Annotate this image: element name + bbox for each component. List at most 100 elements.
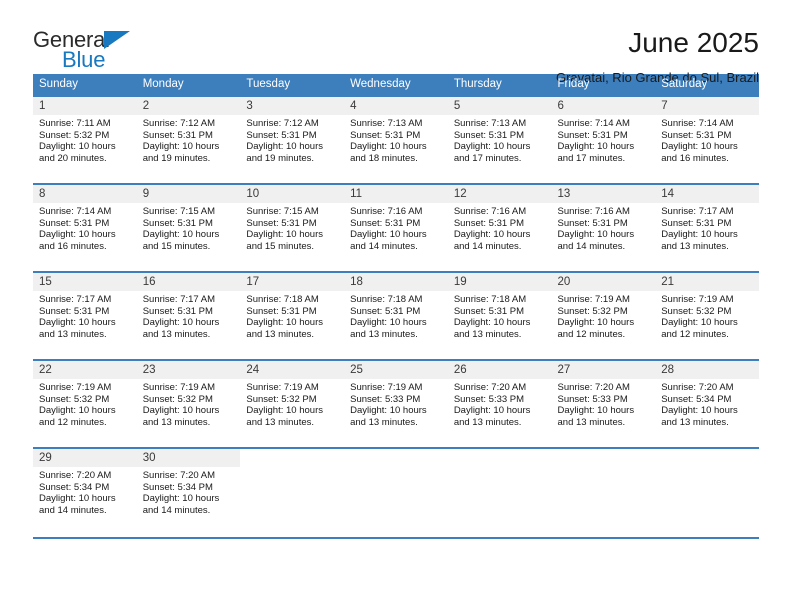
day-number: 23 xyxy=(136,361,241,379)
day-details: Sunrise: 7:17 AM Sunset: 5:31 PM Dayligh… xyxy=(33,291,137,340)
sunset-text: Sunset: 5:31 PM xyxy=(246,217,317,229)
daylight-line1: Daylight: 10 hours xyxy=(557,405,635,417)
day-cell[interactable]: 21 Sunrise: 7:19 AM Sunset: 5:32 PM Dayl… xyxy=(655,271,759,359)
day-cell[interactable]: 5 Sunrise: 7:13 AM Sunset: 5:31 PM Dayli… xyxy=(447,95,552,183)
day-cell[interactable]: 9 Sunrise: 7:15 AM Sunset: 5:31 PM Dayli… xyxy=(136,183,241,271)
sunset-text: Sunset: 5:31 PM xyxy=(142,305,213,317)
day-cell[interactable]: 25 Sunrise: 7:19 AM Sunset: 5:33 PM Dayl… xyxy=(344,359,448,447)
daylight-line1: Daylight: 10 hours xyxy=(350,229,427,241)
week-row: 22 Sunrise: 7:19 AM Sunset: 5:32 PM Dayl… xyxy=(33,359,759,447)
daylight-line1: Daylight: 10 hours xyxy=(39,405,116,417)
daylight-line2: and 12 minutes. xyxy=(557,328,626,340)
day-cell[interactable]: 23 Sunrise: 7:19 AM Sunset: 5:32 PM Dayl… xyxy=(136,359,241,447)
sunset-text: Sunset: 5:33 PM xyxy=(557,393,628,405)
daylight-line1: Daylight: 10 hours xyxy=(661,405,738,417)
daylight-line2: and 17 minutes. xyxy=(453,152,522,164)
daylight-line2: and 14 minutes. xyxy=(39,504,107,516)
daylight-line2: and 16 minutes. xyxy=(39,240,107,252)
daylight-line1: Daylight: 10 hours xyxy=(246,405,323,417)
daylight-line1: Daylight: 10 hours xyxy=(661,229,738,241)
day-cell[interactable]: 24 Sunrise: 7:19 AM Sunset: 5:32 PM Dayl… xyxy=(240,359,345,447)
day-cell[interactable]: 17 Sunrise: 7:18 AM Sunset: 5:31 PM Dayl… xyxy=(240,271,345,359)
day-cell[interactable]: 18 Sunrise: 7:18 AM Sunset: 5:31 PM Dayl… xyxy=(344,271,448,359)
day-details: Sunrise: 7:15 AM Sunset: 5:31 PM Dayligh… xyxy=(240,203,344,252)
sunset-text: Sunset: 5:31 PM xyxy=(350,129,421,141)
sunrise-text: Sunrise: 7:19 AM xyxy=(557,294,630,305)
day-cell[interactable]: 4 Sunrise: 7:13 AM Sunset: 5:31 PM Dayli… xyxy=(344,95,448,183)
sunset-text: Sunset: 5:31 PM xyxy=(39,217,110,229)
day-cell[interactable]: 27 Sunrise: 7:20 AM Sunset: 5:33 PM Dayl… xyxy=(551,359,656,447)
generalblue-logo[interactable]: General Blue xyxy=(33,26,145,74)
day-header-thursday: Thursday xyxy=(447,74,552,95)
sunset-text: Sunset: 5:33 PM xyxy=(350,393,421,405)
day-cell[interactable]: 7 Sunrise: 7:14 AM Sunset: 5:31 PM Dayli… xyxy=(655,95,759,183)
day-cell[interactable]: 16 Sunrise: 7:17 AM Sunset: 5:31 PM Dayl… xyxy=(136,271,241,359)
sunset-text: Sunset: 5:33 PM xyxy=(453,393,525,405)
day-cell[interactable]: 20 Sunrise: 7:19 AM Sunset: 5:32 PM Dayl… xyxy=(551,271,656,359)
day-cell[interactable]: 22 Sunrise: 7:19 AM Sunset: 5:32 PM Dayl… xyxy=(33,359,137,447)
day-cell[interactable]: 28 Sunrise: 7:20 AM Sunset: 5:34 PM Dayl… xyxy=(655,359,759,447)
daylight-line1: Daylight: 10 hours xyxy=(39,141,116,153)
day-cell[interactable]: 15 Sunrise: 7:17 AM Sunset: 5:31 PM Dayl… xyxy=(33,271,137,359)
sunrise-text: Sunrise: 7:20 AM xyxy=(39,470,112,481)
sunset-text: Sunset: 5:32 PM xyxy=(39,129,110,141)
daylight-line2: and 13 minutes. xyxy=(350,328,418,340)
day-details: Sunrise: 7:14 AM Sunset: 5:31 PM Dayligh… xyxy=(655,115,759,164)
day-cell[interactable]: 12 Sunrise: 7:16 AM Sunset: 5:31 PM Dayl… xyxy=(447,183,552,271)
day-cell[interactable]: 3 Sunrise: 7:12 AM Sunset: 5:31 PM Dayli… xyxy=(240,95,345,183)
daylight-line1: Daylight: 10 hours xyxy=(557,317,635,329)
day-header-sunday: Sunday xyxy=(33,74,137,95)
day-details: Sunrise: 7:20 AM Sunset: 5:33 PM Dayligh… xyxy=(448,379,552,428)
sunrise-text: Sunrise: 7:13 AM xyxy=(350,118,423,129)
day-number: 6 xyxy=(551,97,656,115)
day-cell[interactable]: 29 Sunrise: 7:20 AM Sunset: 5:34 PM Dayl… xyxy=(33,447,137,539)
day-details: Sunrise: 7:20 AM Sunset: 5:33 PM Dayligh… xyxy=(552,379,656,428)
day-number: 21 xyxy=(655,273,759,291)
day-cell[interactable]: 2 Sunrise: 7:12 AM Sunset: 5:31 PM Dayli… xyxy=(136,95,241,183)
sunset-text: Sunset: 5:31 PM xyxy=(557,217,628,229)
day-cell[interactable]: 14 Sunrise: 7:17 AM Sunset: 5:31 PM Dayl… xyxy=(655,183,759,271)
daylight-line2: and 14 minutes. xyxy=(350,240,418,252)
day-details xyxy=(240,467,344,470)
sunset-text: Sunset: 5:31 PM xyxy=(453,217,525,229)
sunset-text: Sunset: 5:31 PM xyxy=(142,217,213,229)
page-title: June 2025 xyxy=(628,27,759,58)
month-calendar: Sunday Monday Tuesday Wednesday Thursday… xyxy=(33,74,759,539)
day-cell[interactable]: 13 Sunrise: 7:16 AM Sunset: 5:31 PM Dayl… xyxy=(551,183,656,271)
sunrise-text: Sunrise: 7:20 AM xyxy=(453,382,527,393)
day-cell[interactable]: 19 Sunrise: 7:18 AM Sunset: 5:31 PM Dayl… xyxy=(447,271,552,359)
calendar-body: 1 Sunrise: 7:11 AM Sunset: 5:32 PM Dayli… xyxy=(33,95,759,539)
daylight-line2: and 18 minutes. xyxy=(350,152,418,164)
day-cell[interactable]: 26 Sunrise: 7:20 AM Sunset: 5:33 PM Dayl… xyxy=(447,359,552,447)
sunrise-text: Sunrise: 7:19 AM xyxy=(39,382,112,393)
day-details: Sunrise: 7:17 AM Sunset: 5:31 PM Dayligh… xyxy=(655,203,759,252)
daylight-line1: Daylight: 10 hours xyxy=(142,317,220,329)
day-cell[interactable]: 10 Sunrise: 7:15 AM Sunset: 5:31 PM Dayl… xyxy=(240,183,345,271)
sunrise-text: Sunrise: 7:19 AM xyxy=(661,294,734,305)
calendar-page: General Blue June 2025 Gravatai, Rio Gra… xyxy=(0,0,792,612)
daylight-line2: and 13 minutes. xyxy=(661,416,729,428)
day-cell[interactable]: 30 Sunrise: 7:20 AM Sunset: 5:34 PM Dayl… xyxy=(136,447,241,539)
day-number: 11 xyxy=(344,185,448,203)
day-cell[interactable]: 8 Sunrise: 7:14 AM Sunset: 5:31 PM Dayli… xyxy=(33,183,137,271)
sunrise-text: Sunrise: 7:18 AM xyxy=(350,294,423,305)
daylight-line1: Daylight: 10 hours xyxy=(453,229,531,241)
sunset-text: Sunset: 5:31 PM xyxy=(246,129,317,141)
day-number: 22 xyxy=(33,361,137,379)
day-number: 10 xyxy=(240,185,345,203)
sunrise-text: Sunrise: 7:14 AM xyxy=(661,118,734,129)
daylight-line1: Daylight: 10 hours xyxy=(246,141,323,153)
sunrise-text: Sunrise: 7:18 AM xyxy=(453,294,527,305)
day-cell[interactable]: 1 Sunrise: 7:11 AM Sunset: 5:32 PM Dayli… xyxy=(33,95,137,183)
sunrise-text: Sunrise: 7:12 AM xyxy=(142,118,216,129)
week-row: 8 Sunrise: 7:14 AM Sunset: 5:31 PM Dayli… xyxy=(33,183,759,271)
day-cell[interactable]: 6 Sunrise: 7:14 AM Sunset: 5:31 PM Dayli… xyxy=(551,95,656,183)
day-details: Sunrise: 7:13 AM Sunset: 5:31 PM Dayligh… xyxy=(344,115,448,164)
day-number: 30 xyxy=(136,449,241,467)
day-number: 14 xyxy=(655,185,759,203)
daylight-line2: and 14 minutes. xyxy=(557,240,626,252)
daylight-line2: and 20 minutes. xyxy=(39,152,107,164)
day-cell[interactable]: 11 Sunrise: 7:16 AM Sunset: 5:31 PM Dayl… xyxy=(344,183,448,271)
day-details xyxy=(552,467,656,470)
day-cell-empty xyxy=(447,447,552,539)
